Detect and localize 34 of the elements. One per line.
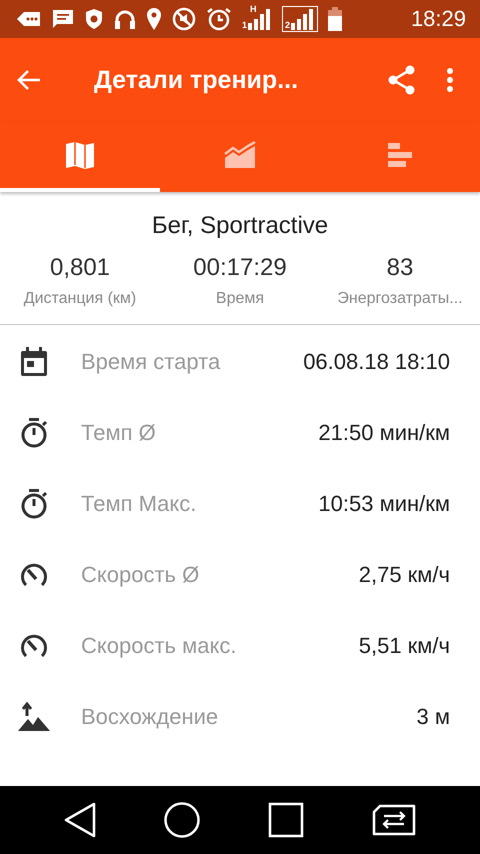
detail-label: Темп Макс.: [81, 490, 198, 516]
battery-icon: [328, 7, 342, 31]
sim-number: 1: [242, 21, 248, 30]
stat-value: 83: [386, 254, 414, 282]
mountain-icon: [17, 702, 51, 732]
detail-label: Время старта: [81, 348, 222, 374]
detail-value: 06.08.18 18:10: [303, 348, 450, 374]
clock-time: 18:29: [410, 6, 466, 32]
area-chart-icon: [224, 141, 256, 169]
detail-value: 21:50 мин/км: [318, 420, 450, 446]
detail-label: Восхождение: [81, 704, 220, 730]
detail-value: 10:53 мин/км: [318, 490, 450, 516]
stat-label: Дистанция (км): [24, 290, 136, 308]
screen-title: Детали тренир...: [94, 66, 300, 94]
stat-value: 00:17:29: [193, 254, 287, 282]
detail-label: Скорость Ø: [81, 562, 200, 588]
message-icon: [52, 9, 74, 29]
muted-icon: [172, 7, 196, 31]
signal-icon: 2: [282, 6, 318, 32]
headphones-icon: [114, 8, 136, 30]
detail-value: 3 м: [416, 704, 450, 730]
network-type: H: [250, 4, 256, 14]
activity-title: Бег, Sportractive: [152, 212, 328, 240]
detail-label: Скорость макс.: [81, 632, 238, 658]
stat-label: Время: [216, 290, 264, 308]
horizontal-bars-icon: [387, 142, 413, 168]
detail-label: Темп Ø: [81, 420, 157, 446]
detail-value: 5,51 км/ч: [358, 632, 450, 658]
detail-value: 2,75 км/ч: [358, 562, 450, 588]
stat-value: 0,801: [50, 254, 110, 282]
map-icon: [65, 141, 95, 169]
alarm-clock-icon: [206, 7, 232, 31]
location-pin-icon: [146, 7, 162, 31]
stat-label: Энергозатраты...: [337, 290, 463, 308]
